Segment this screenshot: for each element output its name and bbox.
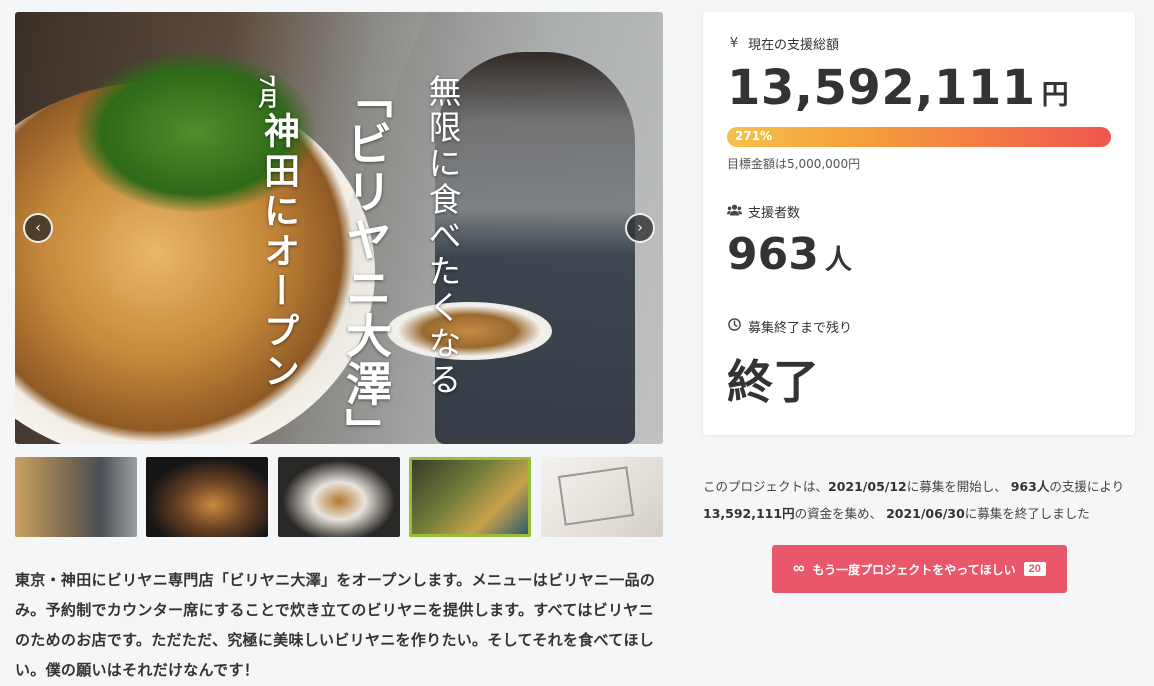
chevron-right-icon: › (637, 220, 643, 236)
backers-value: 963 (727, 229, 819, 280)
thumbnail-4[interactable] (409, 457, 531, 537)
clock-icon (727, 318, 741, 335)
thumbnail-1[interactable] (15, 457, 137, 537)
request-again-button[interactable]: ∞ もう一度プロジェクトをやってほしい 20 (772, 545, 1067, 593)
summary-suffix: に募集を終了しました (964, 506, 1090, 521)
remaining-label-row: 募集終了まで残り (727, 317, 852, 336)
project-description: 東京・神田にビリヤニ専門店「ビリヤニ大澤」をオープンします。メニューはビリヤニ一… (15, 571, 656, 679)
next-image-button[interactable]: › (625, 213, 655, 243)
amount-value: 13,592,111 (727, 60, 1036, 116)
project-summary: このプロジェクトは、2021/05/12に募集を開始し、 963人の支援により … (703, 473, 1143, 527)
amount-unit: 円 (1041, 80, 1070, 111)
amount-label: 現在の支援総額 (748, 38, 840, 53)
summary-text-3: の資金を集め、 (794, 506, 883, 521)
thumbnail-2[interactable] (146, 457, 268, 537)
summary-end-date: 2021/06/30 (886, 506, 965, 521)
summary-text-1: に募集を開始し、 (906, 479, 1007, 494)
yen-icon: ¥ (729, 36, 739, 51)
chevron-left-icon: ‹ (35, 220, 41, 236)
request-again-label: もう一度プロジェクトをやってほしい (812, 562, 1016, 577)
hero-shop-name: 「ビリヤニ大澤」 (339, 72, 393, 444)
goal-amount: 目標金額は5,000,000円 (727, 157, 861, 171)
progress-bar: 271% (727, 127, 1111, 147)
backers-label: 支援者数 (748, 206, 801, 221)
remaining-value: 終了 (727, 355, 819, 409)
users-icon (727, 204, 742, 220)
summary-amount: 13,592,111円 (703, 506, 795, 521)
hero-open-text: 神田にオープン (258, 112, 300, 392)
prev-image-button[interactable]: ‹ (23, 213, 53, 243)
request-count-badge: 20 (1023, 562, 1046, 576)
backers-unit: 人 (824, 245, 852, 276)
hero-month-text: 7月 (255, 74, 279, 108)
summary-start-date: 2021/05/12 (828, 479, 907, 494)
sketch-drawing (557, 466, 635, 526)
backers-label-row: 支援者数 (727, 202, 800, 221)
remaining-label: 募集終了まで残り (748, 321, 853, 336)
thumbnail-3[interactable] (278, 457, 400, 537)
thumbnail-strip (15, 457, 663, 537)
infinity-icon: ∞ (793, 560, 805, 577)
amount-value-row: 13,592,111 円 (727, 60, 1069, 116)
summary-text-2: の支援により (1049, 479, 1125, 494)
thumbnail-5[interactable] (541, 457, 663, 537)
summary-backers: 963人 (1010, 479, 1050, 494)
amount-label-row: ¥ 現在の支援総額 (727, 34, 839, 53)
progress-percent: 271% (735, 129, 773, 143)
backers-value-row: 963 人 (727, 229, 852, 280)
progress-fill (727, 127, 1111, 147)
hero-copy-text: 無限に食べたくなる (423, 74, 462, 398)
main-project-image: 7月 神田にオープン 「ビリヤニ大澤」 無限に食べたくなる (15, 12, 663, 444)
stats-card: ¥ 現在の支援総額 13,592,111 円 271% 目標金額は5,000,00… (703, 12, 1135, 435)
dish-image (387, 302, 552, 360)
summary-prefix: このプロジェクトは、 (703, 479, 829, 494)
